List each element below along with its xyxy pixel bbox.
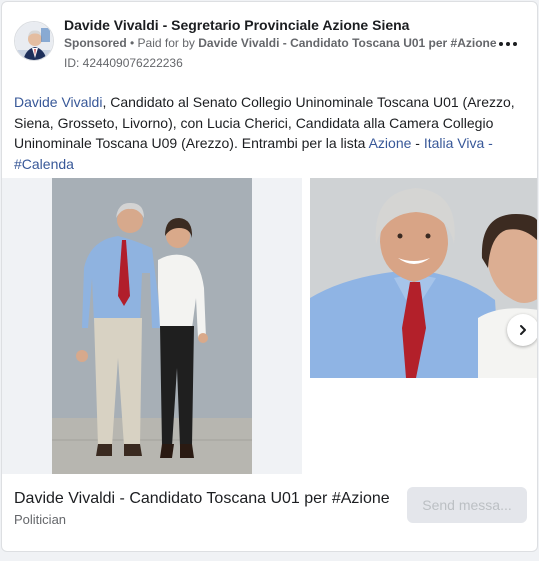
paid-for-prefix: Paid for by <box>137 36 199 50</box>
azione-link[interactable]: Azione <box>369 135 412 151</box>
italia-viva-link[interactable]: Italia Viva <box>424 135 484 151</box>
body-sep-2: - <box>484 135 493 151</box>
carousel-image-1[interactable] <box>2 178 302 474</box>
footer-title[interactable]: Davide Vivaldi - Candidato Toscana U01 p… <box>14 490 390 508</box>
name-link[interactable]: Davide Vivaldi <box>14 94 102 110</box>
footer-subtitle: Politician <box>14 512 67 527</box>
more-dot <box>513 42 517 46</box>
sponsored-meta: Sponsored • Paid for by Davide Vivaldi -… <box>64 36 497 50</box>
ad-id: ID: 424409076222236 <box>64 56 183 70</box>
chevron-right-icon <box>520 325 526 335</box>
image-carousel <box>2 178 537 474</box>
page-avatar[interactable] <box>14 21 54 61</box>
more-options-button[interactable] <box>494 30 522 58</box>
sponsored-label: Sponsored <box>64 36 127 50</box>
paid-for-by: Davide Vivaldi - Candidato Toscana U01 p… <box>198 36 497 50</box>
more-dot <box>506 42 510 46</box>
send-message-button[interactable]: Send messa... <box>407 487 527 523</box>
calenda-hashtag[interactable]: #Calenda <box>14 156 74 172</box>
ad-card: Davide Vivaldi - Segretario Provinciale … <box>1 1 538 552</box>
carousel-image-2[interactable] <box>310 178 537 378</box>
page-name[interactable]: Davide Vivaldi - Segretario Provinciale … <box>64 17 409 33</box>
more-horizontal-icon <box>499 42 503 46</box>
meta-separator: • <box>126 36 138 50</box>
ad-body-text: Davide Vivaldi, Candidato al Senato Coll… <box>14 92 524 174</box>
carousel-next-button[interactable] <box>507 314 537 346</box>
body-sep-1: - <box>411 135 424 151</box>
ad-header: Davide Vivaldi - Segretario Provinciale … <box>2 2 537 80</box>
